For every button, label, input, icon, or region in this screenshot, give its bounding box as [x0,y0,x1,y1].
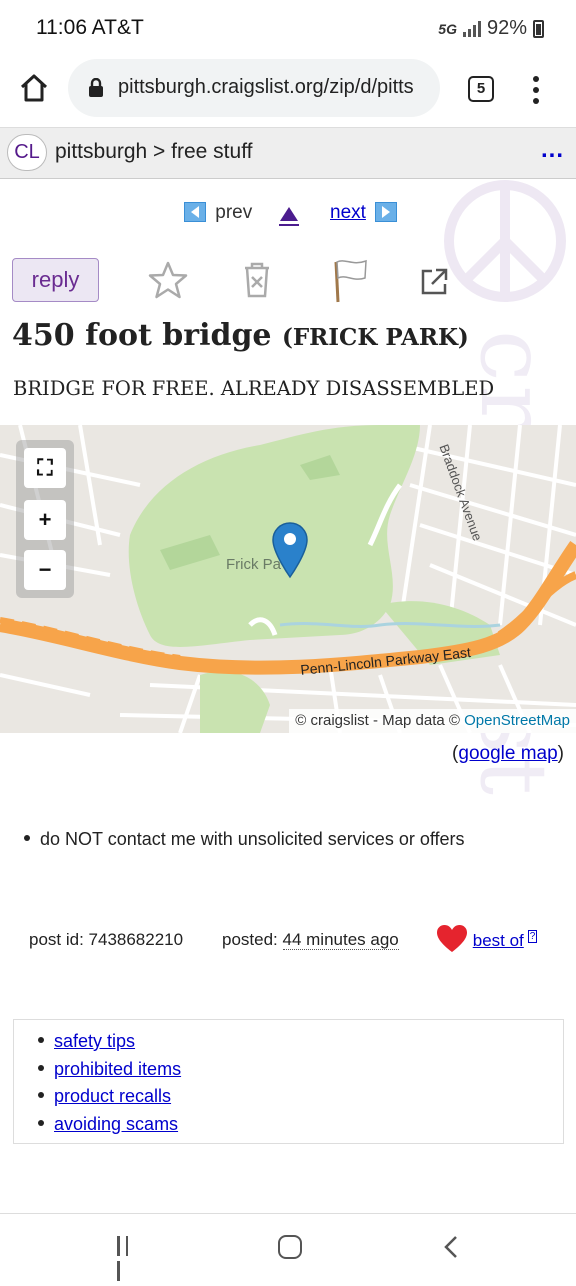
home-button-icon[interactable] [278,1235,302,1259]
up-triangle-icon[interactable] [278,204,300,226]
prev-link[interactable]: prev [184,202,252,224]
map[interactable]: ⛶ + − Frick Pa Penn-Lincoln Parkway East… [0,425,576,733]
map-controls: ⛶ + − [16,440,74,598]
safety-tips-link[interactable]: safety tips [54,1031,135,1051]
list-item: prohibited items [38,1056,563,1084]
browser-toolbar: pittsburgh.craigslist.org/zip/d/pitts 5 [0,56,576,124]
zoom-in-button[interactable]: + [24,500,66,540]
attribution-text: © craigslist - Map data © [295,712,460,729]
notice-text: do NOT contact me with unsolicited servi… [40,829,465,849]
bullet [24,835,30,841]
battery-icon [533,19,544,38]
back-icon[interactable] [440,1234,464,1260]
address-bar[interactable]: pittsburgh.craigslist.org/zip/d/pitts [68,59,440,117]
heart-icon[interactable] [436,924,468,954]
status-indicators: 5G 92% [438,17,544,40]
notice-item: do NOT contact me with unsolicited servi… [24,829,465,850]
title-text: 450 foot bridge [12,318,272,353]
reply-button[interactable]: reply [12,258,99,302]
prev-label: prev [215,202,253,223]
next-link[interactable]: next [330,202,398,224]
recent-apps-icon[interactable] [117,1236,141,1281]
zoom-out-button[interactable]: − [24,550,66,590]
next-label: next [330,202,366,223]
posted-label: posted: [222,930,278,949]
signal-icon [462,20,481,37]
browser-menu-icon[interactable] [528,74,544,106]
tab-switcher-button[interactable]: 5 [468,76,494,102]
system-nav-bar [0,1213,576,1281]
flag-icon[interactable] [330,256,370,304]
posted-time: posted: 44 minutes ago [222,930,399,950]
status-bar: 11:06 AT&T 5G 92% [0,0,576,56]
status-time: 11:06 AT&T [36,16,144,39]
avoiding-scams-link[interactable]: avoiding scams [54,1114,178,1134]
url-text: pittsburgh.craigslist.org/zip/d/pitts [118,76,414,98]
battery-level: 92% [486,17,527,39]
title-location: (FRICK PARK) [281,324,469,351]
prohibited-items-link[interactable]: prohibited items [54,1059,181,1079]
craigslist-logo[interactable]: CL [7,134,47,171]
trash-icon[interactable] [237,260,277,300]
google-map-link[interactable]: google map [458,743,557,764]
site-header: CL pittsburgh > free stuff ... [0,127,576,179]
posting-body: BRIDGE FOR FREE. ALREADY DISASSEMBLED [13,377,495,400]
list-item: avoiding scams [38,1111,563,1139]
list-item: safety tips [38,1028,563,1056]
posted-ago: 44 minutes ago [282,930,399,950]
map-marker-icon[interactable] [270,521,310,581]
fullscreen-icon[interactable]: ⛶ [24,448,66,488]
list-item: product recalls [38,1083,563,1111]
right-arrow-icon [375,202,398,222]
left-arrow-icon [184,202,206,222]
best-of-help[interactable]: ? [527,930,538,944]
lock-icon [89,78,103,97]
breadcrumb[interactable]: pittsburgh > free stuff [55,140,252,164]
openstreetmap-link[interactable]: OpenStreetMap [464,712,570,729]
share-icon[interactable] [418,266,450,298]
posting-title: 450 foot bridge (FRICK PARK) [12,318,469,353]
best-of-link[interactable]: best of [473,931,524,950]
home-icon[interactable] [18,72,50,104]
safety-links-box: safety tips prohibited items product rec… [13,1019,564,1144]
more-menu-icon[interactable]: ... [541,136,564,164]
best-of[interactable]: best of? [436,924,538,954]
post-id: post id: 7438682210 [29,930,184,949]
map-attribution: © craigslist - Map data © OpenStreetMap [289,709,576,733]
peace-sign-watermark-icon [444,180,566,302]
product-recalls-link[interactable]: product recalls [54,1086,171,1106]
star-icon[interactable] [148,260,188,300]
google-map-link-wrapper: (google map) [452,743,564,764]
network-type: 5G [438,20,457,37]
